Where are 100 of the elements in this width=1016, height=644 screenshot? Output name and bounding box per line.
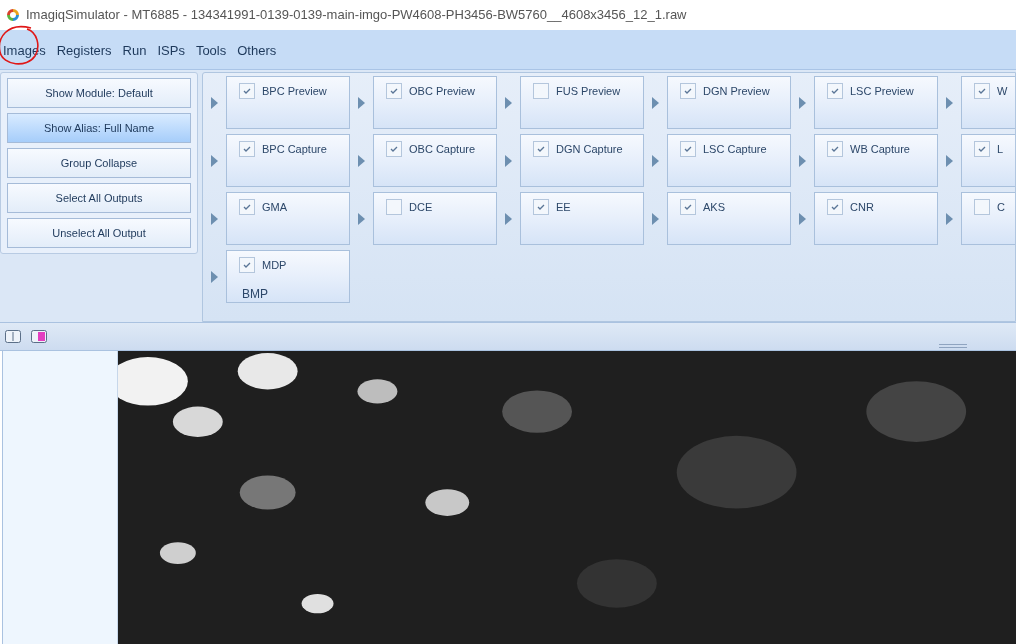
side-button[interactable]: Group Collapse: [7, 148, 191, 178]
module-card[interactable]: DCE: [373, 192, 497, 245]
module-card[interactable]: FUS Preview: [520, 76, 644, 129]
side-button[interactable]: Show Alias: Full Name: [7, 113, 191, 143]
module-label: OBC Preview: [409, 84, 476, 99]
resize-grip-icon[interactable]: [939, 343, 967, 348]
module-card[interactable]: OBC Preview: [373, 76, 497, 129]
checkmark-icon: [831, 88, 839, 94]
module-checkbox[interactable]: [533, 141, 549, 157]
module-checkbox[interactable]: [680, 83, 696, 99]
checkmark-icon: [537, 146, 545, 152]
module-label: OBC Capture: [409, 142, 476, 157]
checkmark-icon: [390, 146, 398, 152]
module-label: LSC Capture: [703, 142, 767, 157]
arrow-icon: [652, 212, 659, 225]
module-label: BPC Capture: [262, 142, 327, 157]
module-label: C: [997, 200, 1005, 215]
menu-item[interactable]: ISPs: [157, 40, 185, 60]
module-card[interactable]: C: [961, 192, 1015, 245]
checkmark-icon: [831, 204, 839, 210]
menu-item[interactable]: Others: [237, 40, 277, 60]
module-card[interactable]: L: [961, 134, 1015, 187]
module-checkbox[interactable]: [827, 83, 843, 99]
checkmark-icon: [831, 146, 839, 152]
module-checkbox[interactable]: [239, 83, 255, 99]
module-sublabel: BMP: [241, 287, 269, 301]
arrow-icon: [211, 212, 218, 225]
module-checkbox[interactable]: [386, 199, 402, 215]
arrow-icon: [505, 154, 512, 167]
arrow-icon: [946, 212, 953, 225]
checkmark-icon: [243, 146, 251, 152]
menu-item[interactable]: Run: [122, 40, 147, 60]
module-label: LSC Preview: [850, 84, 914, 99]
module-card[interactable]: MDP BMP: [226, 250, 350, 303]
arrow-icon: [946, 96, 953, 109]
module-card[interactable]: OBC Capture: [373, 134, 497, 187]
arrow-icon: [799, 96, 806, 109]
arrow-icon: [211, 154, 218, 167]
module-card[interactable]: BPC Preview: [226, 76, 350, 129]
split-view-icon[interactable]: [5, 330, 21, 343]
module-checkbox[interactable]: [533, 83, 549, 99]
module-label: DCE: [409, 200, 433, 215]
window-title: ImagiqSimulator - MT6885 - 134341991-0139-0139-main-imgo-PW4608-PH3456-BW5760__4608x3456_12_1.raw: [26, 6, 687, 25]
module-label: DGN Preview: [703, 84, 770, 99]
module-checkbox[interactable]: [680, 199, 696, 215]
checkmark-icon: [684, 204, 692, 210]
checkmark-icon: [978, 88, 986, 94]
module-card[interactable]: LSC Capture: [667, 134, 791, 187]
menu-item[interactable]: Tools: [195, 40, 227, 60]
side-button[interactable]: Show Module: Default: [7, 78, 191, 108]
arrow-icon: [652, 96, 659, 109]
checkmark-icon: [978, 146, 986, 152]
app-logo-icon: [6, 8, 20, 22]
module-label: BPC Preview: [262, 84, 327, 99]
side-button[interactable]: Unselect All Output: [7, 218, 191, 248]
module-label: FUS Preview: [556, 84, 621, 99]
module-label: WB Capture: [850, 142, 910, 157]
module-label: DGN Capture: [556, 142, 623, 157]
module-checkbox[interactable]: [974, 141, 990, 157]
module-checkbox[interactable]: [239, 257, 255, 273]
module-checkbox[interactable]: [680, 141, 696, 157]
module-checkbox[interactable]: [827, 141, 843, 157]
module-label: CNR: [850, 200, 874, 215]
module-card[interactable]: LSC Preview: [814, 76, 938, 129]
module-card[interactable]: W: [961, 76, 1015, 129]
checkmark-icon: [537, 204, 545, 210]
checkmark-icon: [243, 262, 251, 268]
module-card[interactable]: BPC Capture: [226, 134, 350, 187]
arrow-icon: [505, 212, 512, 225]
module-card[interactable]: AKS: [667, 192, 791, 245]
checkmark-icon: [243, 88, 251, 94]
module-label: W: [997, 84, 1008, 99]
arrow-icon: [799, 212, 806, 225]
module-card[interactable]: EE: [520, 192, 644, 245]
panel-toggle-icon[interactable]: [31, 330, 47, 343]
module-checkbox[interactable]: [239, 199, 255, 215]
side-button[interactable]: Select All Outputs: [7, 183, 191, 213]
module-checkbox[interactable]: [239, 141, 255, 157]
module-card[interactable]: GMA: [226, 192, 350, 245]
module-label: EE: [556, 200, 571, 215]
module-checkbox[interactable]: [533, 199, 549, 215]
arrow-icon: [799, 154, 806, 167]
arrow-icon: [505, 96, 512, 109]
module-label: AKS: [703, 200, 725, 215]
module-card[interactable]: WB Capture: [814, 134, 938, 187]
module-card[interactable]: DGN Preview: [667, 76, 791, 129]
arrow-icon: [946, 154, 953, 167]
arrow-icon: [358, 96, 365, 109]
checkmark-icon: [684, 88, 692, 94]
module-checkbox[interactable]: [386, 141, 402, 157]
module-checkbox[interactable]: [974, 199, 990, 215]
module-card[interactable]: DGN Capture: [520, 134, 644, 187]
module-checkbox[interactable]: [974, 83, 990, 99]
module-checkbox[interactable]: [386, 83, 402, 99]
arrow-icon: [211, 270, 218, 283]
module-checkbox[interactable]: [827, 199, 843, 215]
module-card[interactable]: CNR: [814, 192, 938, 245]
arrow-icon: [652, 154, 659, 167]
module-label: GMA: [262, 200, 288, 215]
menu-item[interactable]: Registers: [56, 40, 112, 60]
